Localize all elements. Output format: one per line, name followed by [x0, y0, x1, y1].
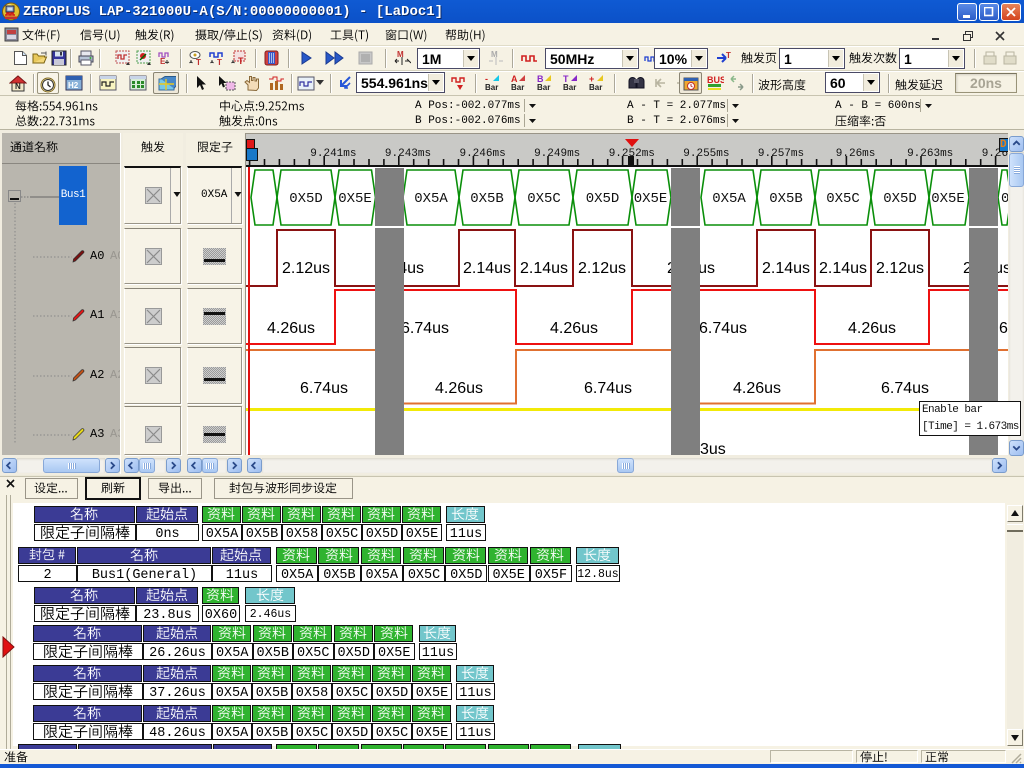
svg-text:Bar: Bar: [563, 83, 576, 92]
svg-text:BUS: BUS: [707, 75, 724, 85]
svg-text:T: T: [726, 51, 731, 60]
svg-text:Bar: Bar: [511, 83, 524, 92]
svg-text:M: M: [491, 50, 498, 59]
svg-text:E: E: [160, 57, 166, 66]
svg-text:T: T: [238, 56, 244, 66]
svg-text:H2: H2: [68, 81, 79, 90]
svg-text:T: T: [196, 58, 201, 66]
svg-text:T: T: [217, 58, 222, 66]
svg-text:Bar: Bar: [537, 83, 550, 92]
svg-text:M: M: [397, 50, 404, 59]
svg-text:Bar: Bar: [485, 83, 498, 92]
svg-text:Bar: Bar: [589, 83, 602, 92]
svg-text:N: N: [15, 82, 21, 91]
